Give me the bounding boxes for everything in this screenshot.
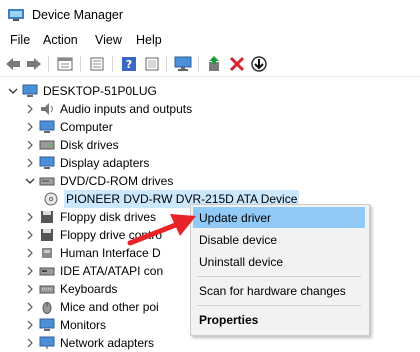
annotation-arrow-icon <box>127 214 196 246</box>
